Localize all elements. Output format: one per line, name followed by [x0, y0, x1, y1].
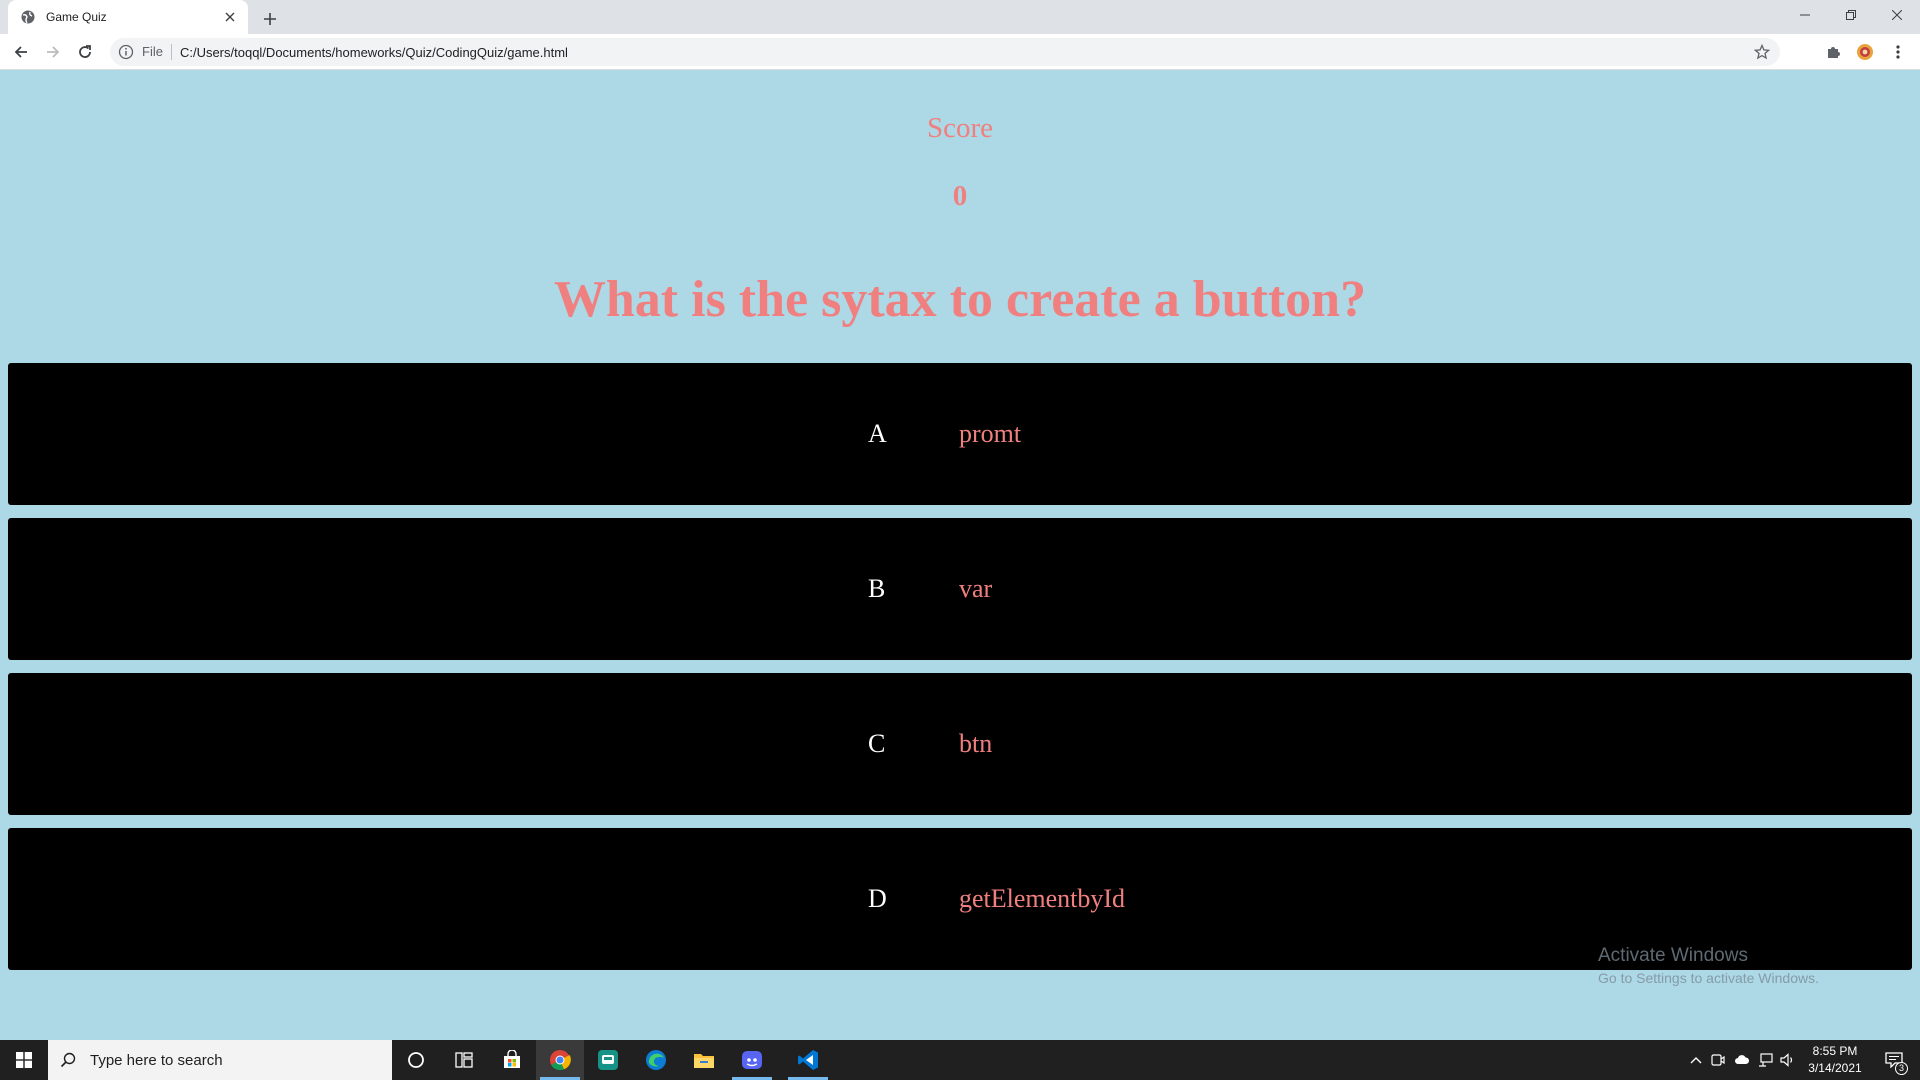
store-icon[interactable]	[488, 1040, 536, 1080]
search-icon	[60, 1052, 76, 1068]
forward-button[interactable]	[41, 40, 65, 64]
browser-tab[interactable]: Game Quiz	[8, 0, 248, 34]
network-icon[interactable]	[1758, 1052, 1774, 1068]
score-label: Score	[926, 112, 994, 144]
window-controls	[1782, 0, 1920, 30]
address-bar[interactable]: File C:/Users/toqql/Documents/homeworks/…	[110, 38, 1780, 66]
clock-time: 8:55 PM	[1812, 1044, 1858, 1058]
gitkraken-icon[interactable]	[584, 1040, 632, 1080]
new-tab-button[interactable]	[258, 7, 282, 31]
question-text: What is the sytax to create a button?	[553, 271, 1367, 328]
browser-toolbar: File C:/Users/toqql/Documents/homeworks/…	[0, 34, 1920, 70]
address-url[interactable]: C:/Users/toqql/Documents/homeworks/Quiz/…	[180, 45, 568, 60]
windows-taskbar: Type here to search 8:55 PM 3/14/2021 3	[0, 1040, 1920, 1080]
edge-icon[interactable]	[632, 1040, 680, 1080]
reload-button[interactable]	[73, 40, 97, 64]
menu-kebab-icon[interactable]	[1888, 42, 1908, 62]
close-tab-icon[interactable]	[222, 9, 238, 25]
notification-icon[interactable]: 3	[1874, 1040, 1914, 1080]
close-window-button[interactable]	[1874, 0, 1920, 30]
choice-b-button[interactable]: B var	[8, 518, 1912, 660]
profile-avatar[interactable]	[1855, 42, 1875, 62]
choice-letter: D	[868, 884, 887, 913]
notification-count: 3	[1895, 1062, 1908, 1075]
choice-text: btn	[959, 729, 993, 758]
choice-letter: C	[868, 729, 886, 758]
onedrive-cloud-icon[interactable]	[1734, 1052, 1750, 1068]
restore-button[interactable]	[1828, 0, 1874, 30]
choice-text: getElementbyId	[959, 884, 1126, 913]
quiz-page: Score 0 What is the sytax to create a bu…	[0, 70, 1920, 1040]
clock-date: 3/14/2021	[1808, 1061, 1862, 1075]
address-scheme: File	[142, 44, 172, 60]
info-icon[interactable]	[118, 44, 134, 60]
start-windows-icon[interactable]	[0, 1040, 48, 1080]
extensions-puzzle-icon[interactable]	[1823, 42, 1843, 62]
watermark-subtitle: Go to Settings to activate Windows.	[1598, 970, 1819, 986]
back-button[interactable]	[9, 40, 33, 64]
volume-icon[interactable]	[1780, 1052, 1796, 1068]
choice-text: promt	[959, 419, 1022, 448]
globe-icon	[20, 9, 36, 25]
vscode-icon[interactable]	[784, 1040, 832, 1080]
chrome-icon[interactable]	[536, 1040, 584, 1080]
taskbar-search-input[interactable]: Type here to search	[48, 1040, 392, 1080]
minimize-button[interactable]	[1782, 0, 1828, 30]
taskbar-clock[interactable]: 8:55 PM 3/14/2021	[1800, 1043, 1870, 1077]
bookmark-star-icon[interactable]	[1754, 44, 1770, 60]
task-view-icon[interactable]	[440, 1040, 488, 1080]
choice-text: var	[959, 574, 993, 603]
discord-icon[interactable]	[728, 1040, 776, 1080]
search-placeholder: Type here to search	[90, 1051, 223, 1069]
activate-windows-watermark: Activate Windows Go to Settings to activ…	[1598, 945, 1819, 986]
watermark-title: Activate Windows	[1598, 945, 1748, 966]
cortana-icon[interactable]	[392, 1040, 440, 1080]
choice-a-button[interactable]: A promt	[8, 363, 1912, 505]
chevron-up-icon[interactable]	[1688, 1052, 1704, 1068]
choice-letter: A	[868, 419, 887, 448]
score-value: 0	[952, 180, 968, 212]
choice-letter: B	[868, 574, 886, 603]
choice-c-button[interactable]: C btn	[8, 673, 1912, 815]
meet-now-icon[interactable]	[1710, 1052, 1726, 1068]
tab-title: Game Quiz	[46, 10, 107, 24]
file-explorer-icon[interactable]	[680, 1040, 728, 1080]
tab-strip: Game Quiz	[0, 0, 1920, 34]
